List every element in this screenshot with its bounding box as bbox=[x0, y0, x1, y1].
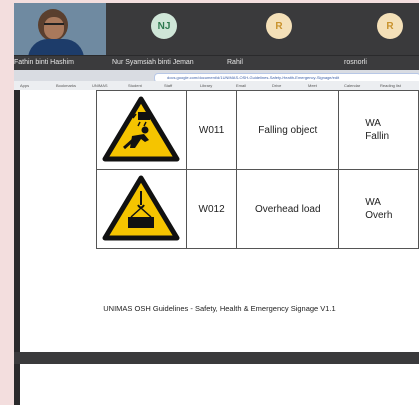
sign-code-cell: W012 bbox=[185, 169, 238, 249]
table-row: W012 Overhead load WA Overh bbox=[96, 169, 419, 249]
bookmark-item[interactable]: Email bbox=[236, 83, 246, 88]
bookmark-item[interactable]: Student bbox=[128, 83, 142, 88]
bookmark-item[interactable]: UNIMAS bbox=[92, 83, 108, 88]
participant-shirt bbox=[28, 39, 84, 55]
sign-text-line1: WA bbox=[365, 197, 381, 208]
page-gap bbox=[14, 352, 419, 364]
bookmark-item[interactable]: Apps bbox=[20, 83, 29, 88]
document-footer: UNIMAS OSH Guidelines - Safety, Health &… bbox=[103, 304, 336, 313]
bookmark-item[interactable]: Bookmarks bbox=[56, 83, 76, 88]
participant-name-bar: Fathin binti Hashim Nur Syamsiah binti J… bbox=[14, 56, 419, 70]
sign-text-line2: Overh bbox=[365, 210, 393, 221]
sign-text-cell: WA Overh bbox=[338, 169, 419, 249]
self-video-tile[interactable] bbox=[14, 3, 106, 55]
sign-text-line1: WA bbox=[365, 118, 381, 129]
bookmark-item[interactable]: Meet bbox=[308, 83, 317, 88]
bookmark-item[interactable]: Library bbox=[200, 83, 212, 88]
shared-browser-toolbar: docs.google.com/document/d/1UNIMAS-OSH-G… bbox=[14, 70, 419, 90]
sign-image-cell bbox=[96, 169, 187, 249]
sign-description-cell: Overhead load bbox=[236, 169, 340, 249]
address-bar-url: docs.google.com/document/d/1UNIMAS-OSH-G… bbox=[167, 75, 340, 80]
participant-name-self: Fathin binti Hashim bbox=[14, 59, 74, 66]
sign-code-cell: W011 bbox=[185, 90, 238, 170]
participant-name-nj: Nur Syamsiah binti Jeman bbox=[112, 59, 194, 66]
bookmark-item[interactable]: Reading list bbox=[380, 83, 401, 88]
participant-avatar-nj[interactable]: NJ bbox=[151, 13, 177, 39]
participant-name-rahil: Rahil bbox=[227, 59, 243, 66]
table-row: W011 Falling object WA Fallin bbox=[96, 90, 419, 170]
sign-image-cell bbox=[96, 90, 187, 170]
falling-object-warning-icon bbox=[102, 96, 180, 161]
participant-name-rosnorli: rosnorli bbox=[344, 59, 367, 66]
sign-text-line2: Fallin bbox=[365, 131, 390, 142]
next-document-page bbox=[20, 364, 419, 405]
participant-avatar-rosnorli[interactable]: R bbox=[377, 13, 403, 39]
document-page: W011 Falling object WA Fallin W012 Overh… bbox=[20, 90, 419, 352]
participant-avatar-rahil[interactable]: R bbox=[266, 13, 292, 39]
bookmark-item[interactable]: Drive bbox=[272, 83, 281, 88]
bookmark-item[interactable]: Staff bbox=[164, 83, 172, 88]
participant-glasses bbox=[44, 23, 64, 29]
bookmarks-bar: Apps Bookmarks UNIMAS Student Staff Libr… bbox=[14, 81, 419, 90]
bookmark-item[interactable]: Calendar bbox=[344, 83, 360, 88]
overhead-load-warning-icon bbox=[102, 175, 180, 240]
video-strip: NJ R R bbox=[14, 3, 419, 55]
signage-table: W011 Falling object WA Fallin W012 Overh… bbox=[96, 90, 419, 249]
meeting-panel: NJ R R Fathin binti Hashim Nur Syamsiah … bbox=[14, 3, 419, 405]
sign-description-cell: Falling object bbox=[236, 90, 340, 170]
sign-text-cell: WA Fallin bbox=[338, 90, 419, 170]
